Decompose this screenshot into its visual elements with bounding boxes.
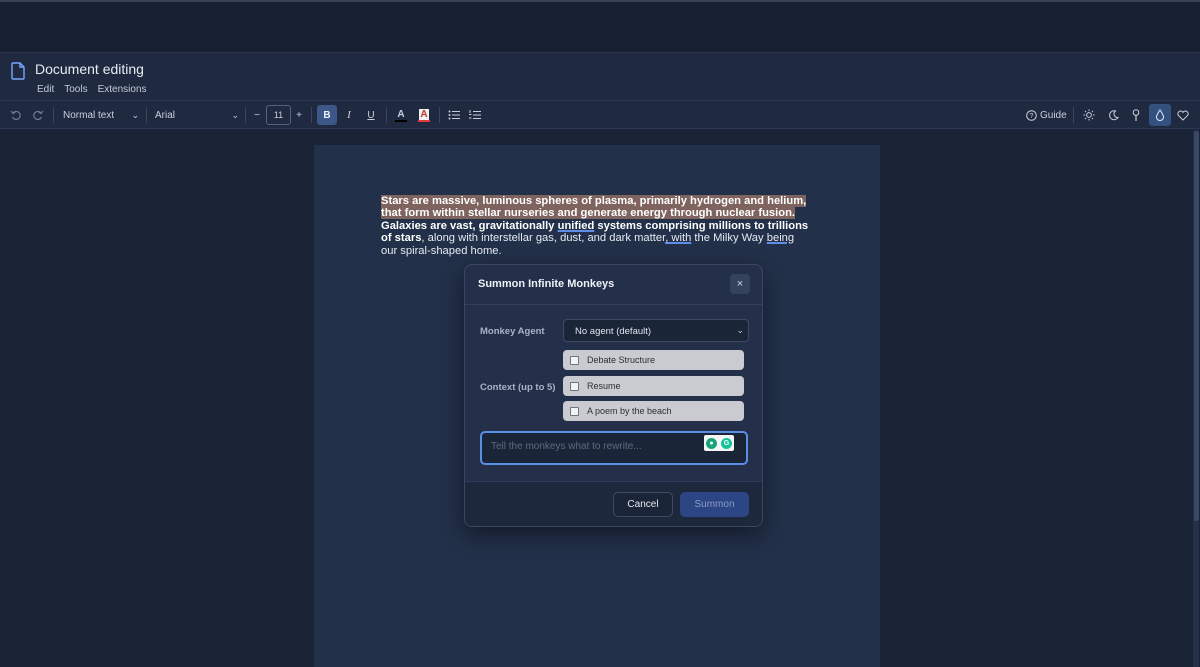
- scrollbar-thumb[interactable]: [1194, 131, 1199, 521]
- redo-icon: [33, 110, 44, 121]
- decrease-font-size-button[interactable]: −: [251, 105, 263, 125]
- guide-button[interactable]: ? Guide: [1026, 105, 1068, 125]
- context-item-label: Debate Structure: [587, 355, 656, 365]
- summon-dialog: Summon Infinite Monkeys × Monkey Agent N…: [464, 264, 763, 527]
- light-theme-button[interactable]: [1080, 105, 1098, 125]
- menu-item-tools[interactable]: Tools: [64, 84, 87, 95]
- monkey-agent-select[interactable]: No agent (default) ⌄: [563, 319, 749, 342]
- selected-text: Stars are massive, luminous spheres of p…: [381, 195, 807, 220]
- bulleted-list-button[interactable]: [446, 105, 462, 125]
- checkbox[interactable]: [570, 381, 579, 391]
- heart-theme-button[interactable]: [1174, 105, 1192, 125]
- font-family-select[interactable]: Arial ⌄: [153, 105, 241, 125]
- checkbox[interactable]: [570, 406, 579, 416]
- toolbar-divider: [245, 107, 246, 123]
- drop-icon: [1155, 109, 1165, 121]
- dialog-title: Summon Infinite Monkeys: [478, 278, 615, 290]
- guide-label: Guide: [1040, 109, 1067, 121]
- rewrite-prompt-input[interactable]: [491, 441, 691, 452]
- context-label: Context (up to 5): [480, 382, 556, 393]
- document-paragraph[interactable]: Stars are massive, luminous spheres of p…: [381, 195, 811, 257]
- context-item-resume[interactable]: Resume: [563, 376, 744, 396]
- context-item-label: A poem by the beach: [587, 406, 672, 416]
- bold-text: Galaxies are vast, gravitationally: [381, 219, 558, 232]
- dark-theme-button[interactable]: [1104, 105, 1122, 125]
- highlight-color-button[interactable]: A: [416, 105, 432, 125]
- toolbar-divider: [311, 107, 312, 123]
- help-circle-icon: ?: [1026, 109, 1037, 121]
- lightbulb-icon: ●: [706, 437, 717, 449]
- undo-icon: [10, 110, 21, 121]
- drop-theme-button[interactable]: [1149, 104, 1171, 126]
- body-text: the Milky Way: [691, 232, 767, 245]
- monkey-agent-value: No agent (default): [575, 326, 652, 337]
- svg-text:?: ?: [1030, 113, 1034, 120]
- increase-font-size-button[interactable]: +: [293, 105, 305, 125]
- writing-assistant-badge[interactable]: ● G: [704, 435, 734, 451]
- paragraph-style-value: Normal text: [63, 109, 115, 121]
- italic-button[interactable]: I: [340, 105, 358, 125]
- redo-button[interactable]: [30, 105, 46, 125]
- moon-icon: [1108, 109, 1119, 120]
- document-title[interactable]: Document editing: [35, 61, 144, 77]
- monkey-agent-label: Monkey Agent: [480, 326, 545, 337]
- bold-button[interactable]: B: [317, 105, 337, 125]
- text-color-label: A: [397, 108, 405, 120]
- formatting-toolbar: Normal text ⌄ Arial ⌄ − 11 + B I U A A ?…: [0, 100, 1200, 129]
- numbered-list-button[interactable]: [467, 105, 483, 125]
- toolbar-divider: [386, 107, 387, 123]
- ice-cream-theme-button[interactable]: [1127, 105, 1145, 125]
- grammar-underlined-phrase[interactable]: , with: [665, 232, 691, 244]
- context-item-label: Resume: [587, 381, 621, 391]
- undo-button[interactable]: [8, 105, 24, 125]
- chevron-down-icon: ⌄: [231, 109, 239, 120]
- summon-button[interactable]: Summon: [680, 492, 749, 517]
- document-icon: [11, 62, 25, 80]
- menu-item-edit[interactable]: Edit: [37, 84, 54, 95]
- chevron-down-icon: ⌄: [131, 109, 139, 120]
- toolbar-divider: [1073, 107, 1074, 123]
- menu-bar: Edit Tools Extensions: [37, 84, 157, 95]
- toolbar-divider: [53, 107, 54, 123]
- close-button[interactable]: ×: [730, 274, 750, 294]
- highlight-color-label: A: [419, 108, 429, 120]
- checkbox[interactable]: [570, 355, 579, 365]
- spell-check-underlined-word[interactable]: unified: [558, 220, 595, 232]
- title-bar: Document editing Edit Tools Extensions: [0, 52, 1200, 100]
- body-text: our spiral-shaped home.: [381, 244, 502, 257]
- font-family-value: Arial: [155, 109, 176, 121]
- sun-icon: [1083, 109, 1095, 121]
- grammar-underlined-word[interactable]: being: [767, 232, 794, 244]
- toolbar-divider: [439, 107, 440, 123]
- heart-icon: [1177, 110, 1189, 121]
- ice-cream-icon: [1132, 108, 1140, 121]
- underline-button[interactable]: U: [362, 105, 380, 125]
- text-color-button[interactable]: A: [393, 105, 409, 125]
- numbered-list-icon: [469, 110, 481, 119]
- dialog-footer: Cancel Summon: [465, 481, 762, 526]
- menu-item-extensions[interactable]: Extensions: [98, 84, 147, 95]
- font-size-input[interactable]: 11: [266, 105, 291, 125]
- bulleted-list-icon: [448, 110, 460, 120]
- rewrite-prompt-field[interactable]: ● G: [480, 431, 748, 465]
- paragraph-style-select[interactable]: Normal text ⌄: [61, 105, 141, 125]
- context-item-poem[interactable]: A poem by the beach: [563, 401, 744, 421]
- browser-top-strip: [0, 0, 1200, 52]
- cancel-button[interactable]: Cancel: [613, 492, 673, 517]
- text-color-swatch: [395, 119, 407, 122]
- highlight-color-swatch: [418, 119, 430, 122]
- body-text: , along with interstellar gas, dust, and…: [421, 232, 666, 245]
- dialog-header: Summon Infinite Monkeys ×: [465, 265, 762, 305]
- toolbar-divider: [146, 107, 147, 123]
- chevron-down-icon: ⌄: [736, 325, 744, 335]
- context-item-debate-structure[interactable]: Debate Structure: [563, 350, 744, 370]
- grammarly-icon: G: [721, 437, 732, 449]
